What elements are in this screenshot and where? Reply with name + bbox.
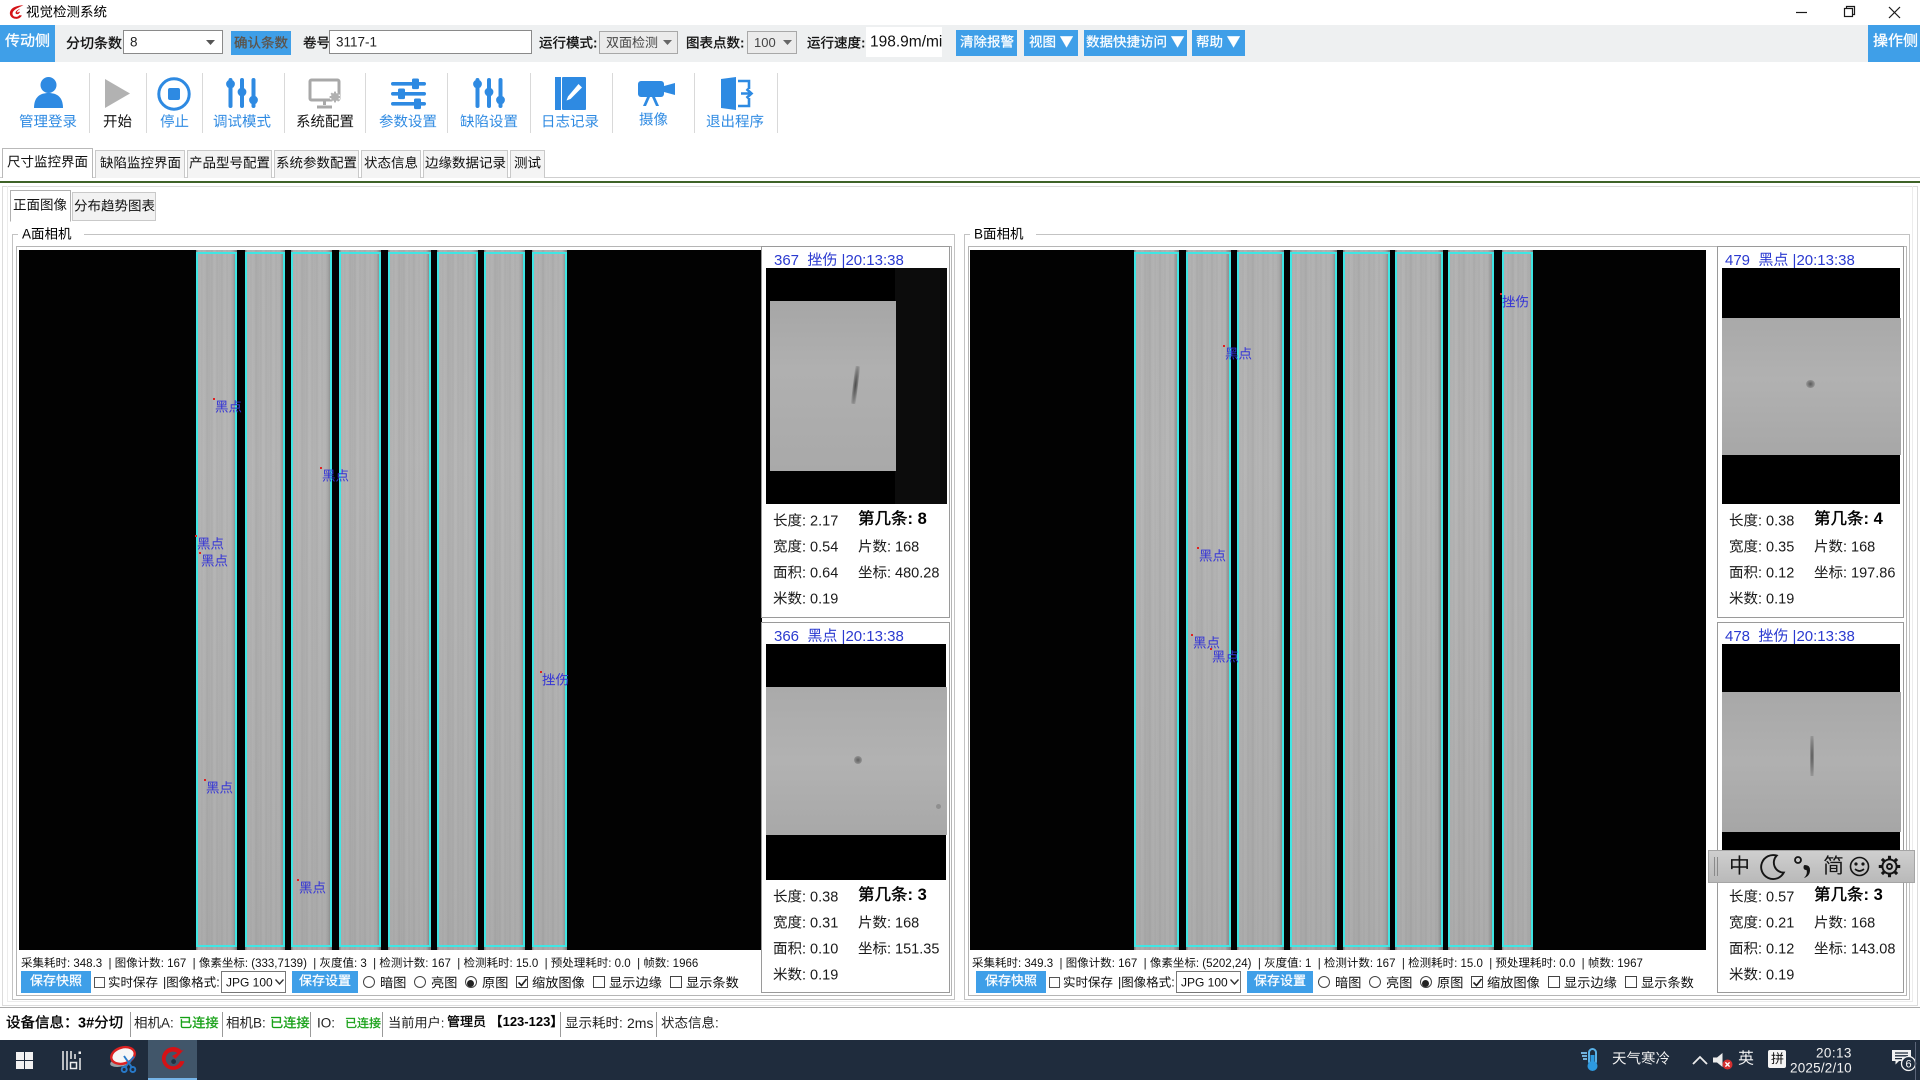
svg-text:198.9m/mi: 198.9m/mi [870, 33, 942, 50]
svg-text::: : [619, 1016, 623, 1031]
svg-text:2ms: 2ms [627, 1015, 653, 1031]
svg-text:: 0.19: : 0.19 [1758, 591, 1794, 607]
svg-text:2025/2/10: 2025/2/10 [1790, 1061, 1852, 1076]
svg-text::: : [593, 36, 598, 51]
svg-text:: 143.08: : 143.08 [1843, 941, 1895, 957]
svg-text:: 167 |: : 167 | [1112, 958, 1150, 970]
svg-text:: 0.35: : 0.35 [1758, 539, 1794, 555]
svg-text:|20:13:38: |20:13:38 [837, 628, 903, 645]
svg-text:: 0.57: : 0.57 [1758, 889, 1794, 905]
svg-text:: 0.54: : 0.54 [802, 539, 838, 555]
svg-text:B: B [974, 227, 983, 242]
svg-text:B:: B: [253, 1016, 266, 1031]
svg-text:JPG 100: JPG 100 [226, 975, 273, 989]
svg-text:IO:: IO: [317, 1016, 335, 1031]
svg-text:20:13: 20:13 [1816, 1046, 1852, 1061]
svg-text:: 151.35: : 151.35 [887, 941, 939, 957]
svg-text::: : [740, 36, 745, 51]
svg-text:: 0.31: : 0.31 [802, 915, 838, 931]
svg-text::: : [715, 1016, 719, 1031]
svg-text::: : [216, 976, 219, 990]
svg-text:: 197.86: : 197.86 [1843, 565, 1895, 581]
svg-text:367: 367 [774, 252, 807, 269]
svg-text:: 168: : 168 [1843, 915, 1875, 931]
svg-text:: 3 |: : 3 | [354, 958, 379, 970]
svg-text:: 0.64: : 0.64 [802, 565, 838, 581]
svg-text:: 0.19: : 0.19 [802, 967, 838, 983]
svg-text:100: 100 [754, 35, 776, 50]
svg-text:|: | [163, 976, 166, 990]
svg-text:: 167 |: : 167 | [161, 958, 199, 970]
svg-text:: 0.19: : 0.19 [1758, 967, 1794, 983]
svg-text:: 168: : 168 [1843, 539, 1875, 555]
svg-text:478: 478 [1725, 628, 1758, 645]
svg-text:A:: A: [161, 1016, 174, 1031]
svg-text:3#: 3# [78, 1015, 94, 1031]
svg-text:: 0.12: : 0.12 [1758, 565, 1794, 581]
svg-text:: 8: : 8 [908, 510, 927, 528]
svg-text:: 0.0 |: : 0.0 | [1553, 958, 1588, 970]
svg-text:: 1967: : 1967 [1611, 958, 1643, 970]
svg-text:: 348.3 |: : 348.3 | [67, 958, 115, 970]
svg-text:: 3: : 3 [1864, 886, 1883, 904]
svg-text::: : [861, 36, 866, 51]
svg-text::: : [441, 1015, 445, 1030]
svg-text:: 349.3 |: : 349.3 | [1018, 958, 1066, 970]
svg-text:8: 8 [130, 35, 138, 50]
svg-text:: 168: : 168 [887, 915, 919, 931]
svg-text:: 0.0 |: : 0.0 | [608, 958, 643, 970]
svg-text:: 0.21: : 0.21 [1758, 915, 1794, 931]
svg-text:479: 479 [1725, 252, 1758, 269]
svg-text:: 4: : 4 [1864, 510, 1884, 528]
svg-text:: 0.38: : 0.38 [802, 889, 838, 905]
svg-text:: 167 |: : 167 | [1370, 958, 1408, 970]
svg-text::: : [1171, 976, 1174, 990]
svg-text:: 0.19: : 0.19 [802, 591, 838, 607]
svg-text:: 3: : 3 [908, 886, 927, 904]
svg-text:: 167 |: : 167 | [425, 958, 463, 970]
svg-text:: 1 |: : 1 | [1299, 958, 1324, 970]
svg-text:123-123: 123-123 [503, 1014, 551, 1029]
svg-text:: 480.28: : 480.28 [887, 565, 939, 581]
svg-text:JPG 100: JPG 100 [1181, 975, 1228, 989]
svg-text:|: | [1118, 976, 1121, 990]
svg-text:A: A [22, 227, 31, 242]
svg-text:|20:13:38: |20:13:38 [837, 252, 903, 269]
svg-text:: (5202,24) |: : (5202,24) | [1196, 958, 1264, 970]
svg-text:: 1966: : 1966 [666, 958, 698, 970]
svg-text:: 0.38: : 0.38 [1758, 513, 1794, 529]
svg-text:|20:13:38: |20:13:38 [1788, 628, 1854, 645]
svg-text:: 168: : 168 [887, 539, 919, 555]
svg-text:: (333,7139) |: : (333,7139) | [245, 958, 320, 970]
svg-text:: 15.0 |: : 15.0 | [510, 958, 551, 970]
svg-text:: 0.10: : 0.10 [802, 941, 838, 957]
svg-text:: 15.0 |: : 15.0 | [1454, 958, 1495, 970]
svg-text:6: 6 [1905, 1059, 1911, 1071]
svg-text:3117-1: 3117-1 [336, 35, 377, 50]
svg-text:: 0.12: : 0.12 [1758, 941, 1794, 957]
svg-text:|20:13:38: |20:13:38 [1788, 252, 1854, 269]
svg-text:: 2.17: : 2.17 [802, 513, 838, 529]
svg-text:366: 366 [774, 628, 807, 645]
